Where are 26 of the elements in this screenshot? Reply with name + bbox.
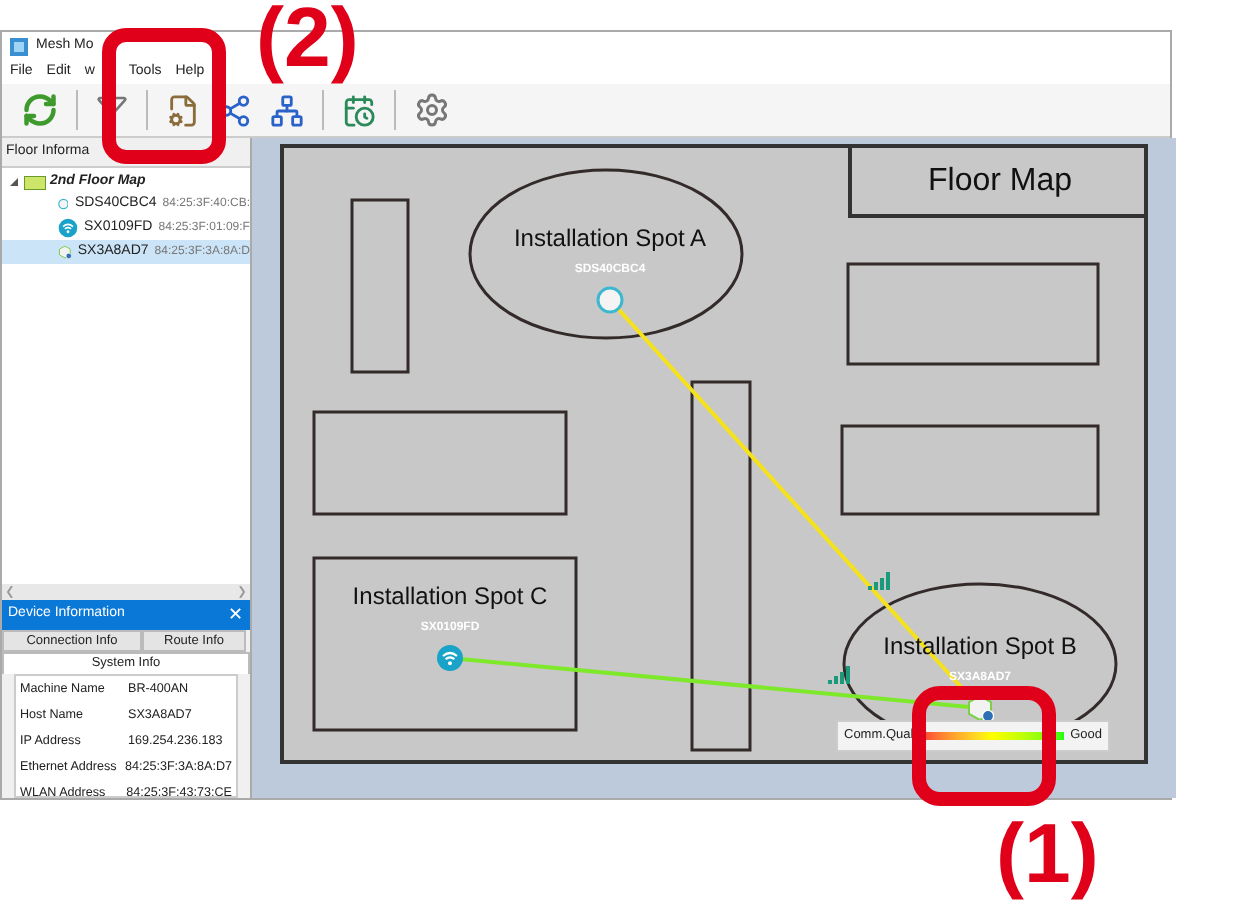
scroll-left-icon[interactable] (6, 586, 14, 598)
spot-label: Installation Spot C (352, 580, 548, 614)
hexagon-node-icon (58, 242, 72, 262)
spot-label: Installation Spot A (513, 222, 707, 256)
callout-number: (1) (996, 812, 1099, 896)
map-title: Floor Map (927, 161, 1073, 201)
signal-icon (868, 572, 892, 590)
highlight-ring (912, 686, 1056, 806)
schedule-icon[interactable] (342, 93, 376, 127)
wifi-node-icon (436, 644, 464, 672)
settings-icon[interactable] (414, 92, 450, 128)
floor-map-icon (24, 175, 46, 189)
wifi-node-icon (58, 218, 78, 238)
scroll-right-icon[interactable] (238, 586, 246, 598)
app-icon (10, 37, 28, 55)
horizontal-scrollbar[interactable] (2, 584, 250, 600)
circle-node-icon (58, 194, 69, 214)
document-gear-icon[interactable] (166, 93, 200, 127)
highlight-ring (102, 28, 226, 164)
circle-node-icon (596, 286, 624, 314)
refresh-icon[interactable] (22, 92, 58, 128)
network-icon[interactable] (270, 93, 304, 127)
expander-icon[interactable] (8, 176, 20, 188)
signal-icon (828, 666, 852, 684)
callout-number: (2) (256, 0, 359, 80)
close-button[interactable]: ✕ (228, 601, 244, 629)
